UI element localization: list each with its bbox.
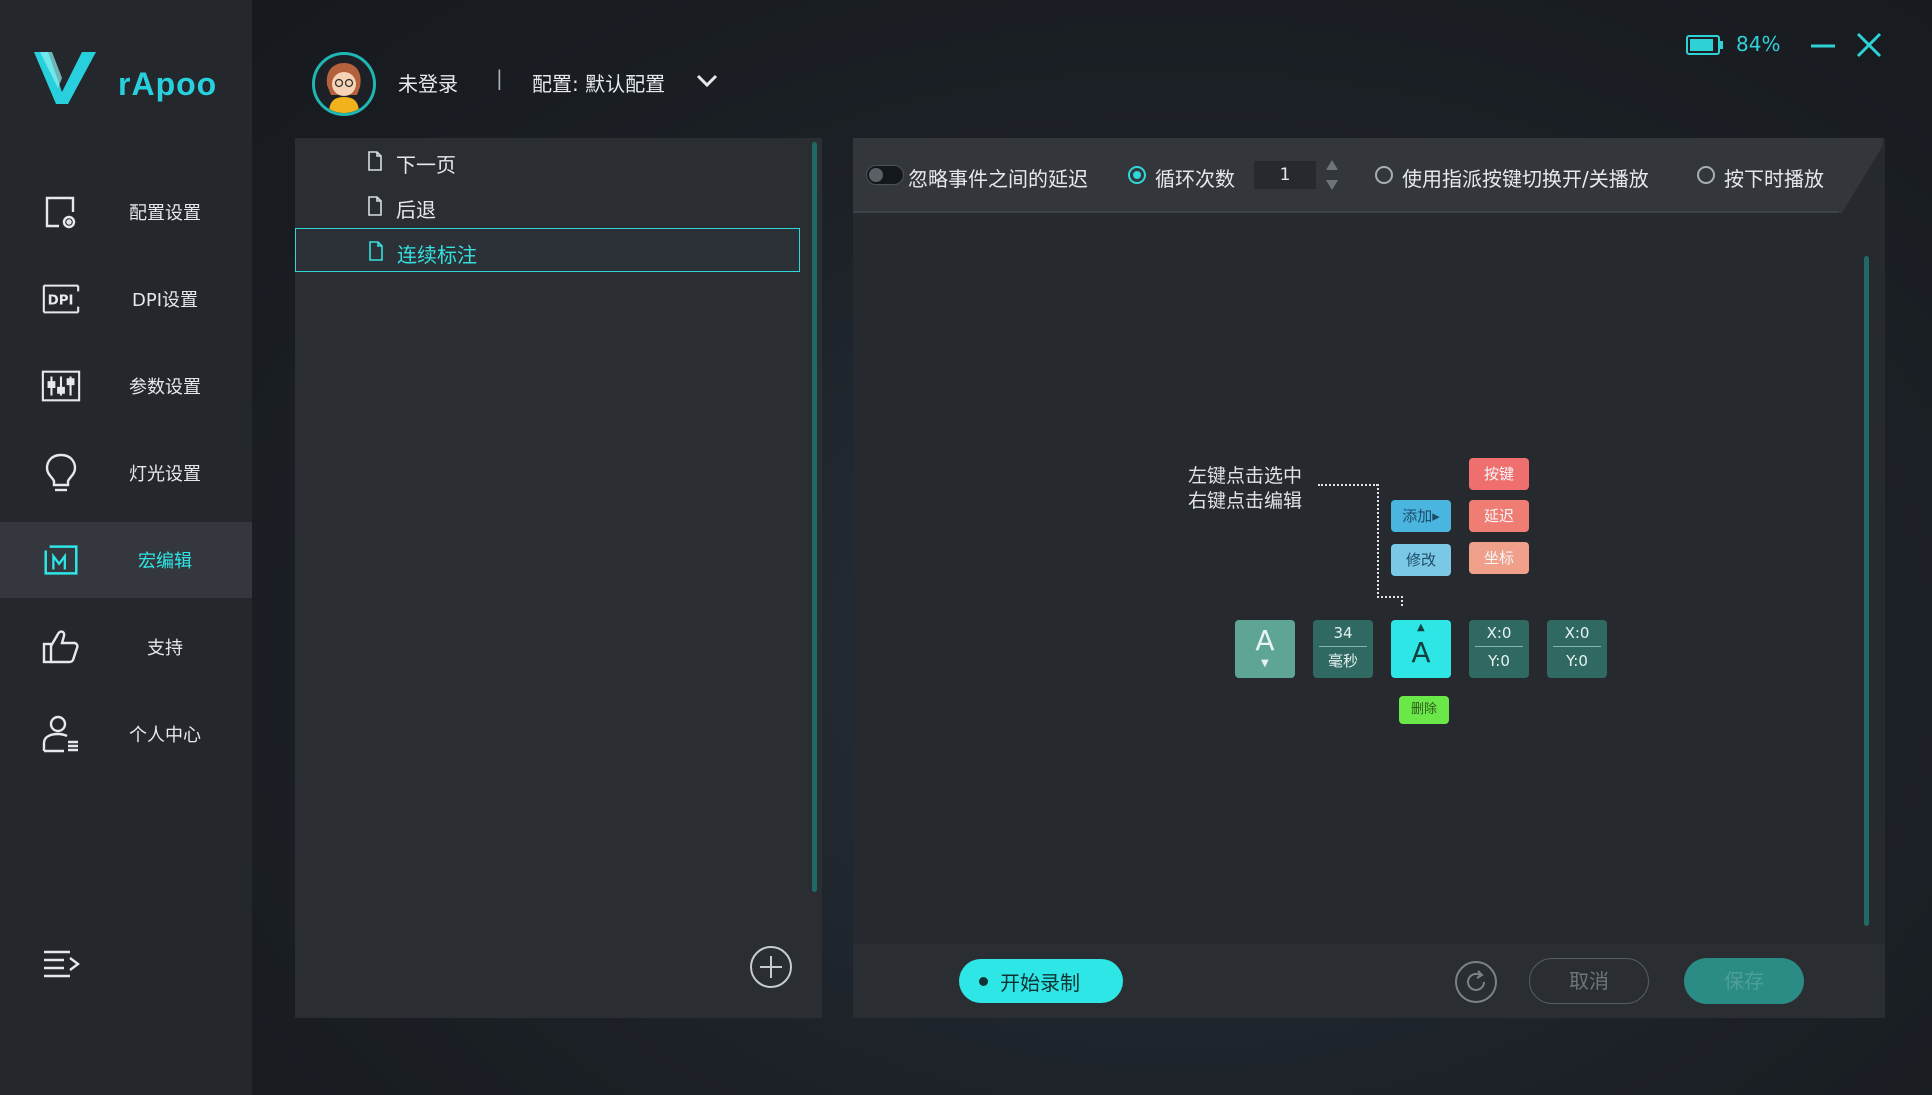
loop-count-input[interactable]: 1 [1254, 161, 1316, 189]
cancel-button[interactable]: 取消 [1529, 958, 1649, 1004]
list-item-selected[interactable]: 连续标注 [295, 228, 800, 272]
coord-y: Y:0 [1553, 646, 1601, 675]
sidebar-item-label: 灯光设置 [129, 464, 201, 485]
sidebar-item-profile[interactable]: 个人中心 [0, 696, 252, 772]
sidebar-item-label: 参数设置 [129, 377, 201, 398]
ignore-delay-label: 忽略事件之间的延迟 [908, 167, 1088, 191]
minimize-icon[interactable] [1808, 34, 1838, 58]
help-line-2: 右键点击编辑 [1188, 490, 1303, 512]
menu-collapse-icon[interactable] [42, 948, 82, 980]
file-icon [368, 196, 382, 216]
svg-text:DPI: DPI [48, 294, 74, 309]
chevron-down-icon[interactable] [694, 70, 720, 92]
start-record-button[interactable]: 开始录制 [959, 959, 1123, 1003]
sidebar-item-label: 配置设置 [129, 203, 201, 224]
macro-name: 连续标注 [397, 243, 477, 267]
add-tag: 添加▸ [1391, 500, 1451, 532]
sidebar-item-macro[interactable]: 宏编辑 [0, 522, 252, 598]
list-item[interactable]: 下一页 [295, 139, 800, 183]
record-label: 开始录制 [1000, 970, 1080, 995]
coord-y: Y:0 [1475, 646, 1523, 675]
loop-count-label: 循环次数 [1155, 167, 1235, 191]
sidebar-item-config[interactable]: 配置设置 [0, 174, 252, 250]
macro-list-scrollbar[interactable] [812, 142, 817, 892]
delay-unit: 毫秒 [1319, 646, 1367, 675]
battery-percentage: 84% [1736, 32, 1781, 56]
sidebar-item-lighting[interactable]: 灯光设置 [0, 435, 252, 511]
delay-tag: 延迟 [1469, 500, 1529, 532]
key-tag: 按键 [1469, 458, 1529, 490]
toggle-play-label: 使用指派按键切换开/关播放 [1402, 167, 1649, 191]
dpi-icon: DPI [40, 278, 82, 320]
config-selector[interactable]: 配置: 默认配置 [532, 68, 665, 97]
toggle-play-radio[interactable] [1375, 166, 1393, 184]
key-up-arrow: ▲ [1417, 622, 1425, 633]
config-icon [40, 191, 82, 233]
macro-editor-panel [853, 138, 1885, 1018]
delete-tag: 删除 [1399, 696, 1449, 724]
reset-icon[interactable] [1454, 960, 1498, 1004]
hold-play-radio[interactable] [1697, 166, 1715, 184]
file-icon [368, 151, 382, 171]
save-button[interactable]: 保存 [1684, 958, 1804, 1004]
logo-text: rApoo [118, 66, 218, 102]
macro-name: 下一页 [396, 153, 456, 177]
list-item[interactable]: 后退 [295, 184, 800, 228]
close-icon[interactable] [1854, 30, 1884, 60]
loop-count-radio[interactable] [1128, 166, 1146, 184]
header-separator: | [496, 66, 503, 90]
coord-event[interactable]: X:0 Y:0 [1547, 620, 1607, 678]
coord-x: X:0 [1564, 624, 1590, 642]
sidebar-item-label: 宏编辑 [138, 551, 192, 572]
user-icon [40, 713, 82, 755]
key-up-event[interactable]: ▲ A [1391, 620, 1451, 678]
modify-tag: 修改 [1391, 544, 1451, 576]
sidebar-item-label: 个人中心 [129, 725, 201, 746]
sidebar-item-label: 支持 [147, 638, 183, 659]
hold-play-label: 按下时播放 [1724, 167, 1824, 191]
record-dot-icon [979, 976, 988, 986]
sidebar-item-dpi[interactable]: DPI DPI设置 [0, 261, 252, 337]
user-status[interactable]: 未登录 [398, 68, 458, 97]
key-down-event[interactable]: A ▼ [1235, 620, 1295, 678]
file-icon [369, 241, 383, 261]
coord-event[interactable]: X:0 Y:0 [1469, 620, 1529, 678]
editor-scrollbar[interactable] [1864, 256, 1869, 926]
thumbs-up-icon [40, 626, 82, 668]
key-down-arrow: ▼ [1261, 658, 1269, 669]
params-icon [40, 365, 82, 407]
help-connector [1377, 596, 1403, 606]
coord-tag: 坐标 [1469, 542, 1529, 574]
bulb-icon [40, 452, 82, 494]
help-line-1: 左键点击选中 [1188, 465, 1303, 487]
sidebar-item-params[interactable]: 参数设置 [0, 348, 252, 424]
sidebar-item-label: DPI设置 [131, 290, 199, 311]
delay-event[interactable]: 34 毫秒 [1313, 620, 1373, 678]
help-connector [1318, 484, 1378, 486]
avatar[interactable] [312, 52, 376, 116]
sidebar: rApoo 配置设置 DPI DPI设置 参数设置 灯光设置 宏编辑 支持 个人… [0, 0, 252, 1095]
macro-name: 后退 [396, 198, 436, 222]
event-key-label: A [1255, 624, 1275, 657]
toolbar-divider [853, 211, 1839, 213]
macro-icon [40, 539, 82, 581]
loop-count-stepper-icon[interactable] [1324, 158, 1340, 192]
ignore-delay-toggle[interactable] [866, 165, 904, 185]
add-macro-icon[interactable] [748, 944, 794, 990]
battery-icon [1686, 35, 1723, 55]
delay-value: 34 [1333, 624, 1353, 642]
coord-x: X:0 [1486, 624, 1512, 642]
sidebar-item-support[interactable]: 支持 [0, 609, 252, 685]
help-connector [1377, 484, 1379, 598]
